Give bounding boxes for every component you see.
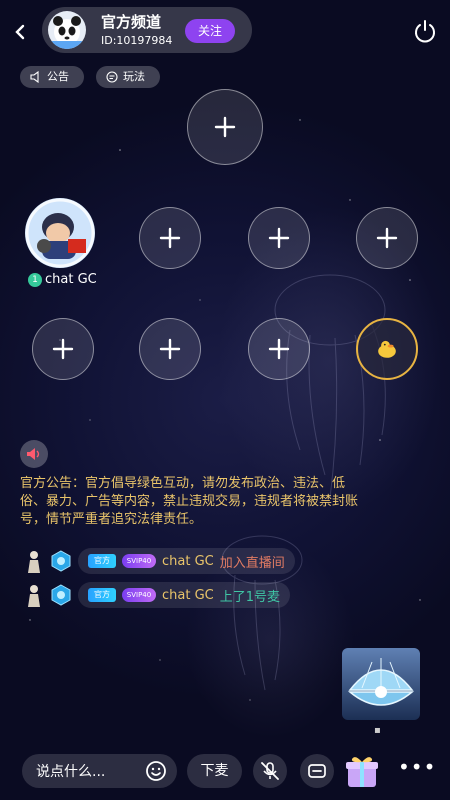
chat-message: 官方 SVIP40 chat GC 上了1号麦 <box>24 582 291 608</box>
duck-icon <box>378 340 396 358</box>
chat-input[interactable]: 说点什么... <box>22 754 177 788</box>
host-seat[interactable] <box>187 89 263 165</box>
user-avatar-image <box>25 198 95 268</box>
gift-button[interactable] <box>343 752 381 790</box>
chat-action-text: 加入直播间 <box>219 555 285 571</box>
speaker-icon <box>30 71 39 83</box>
plus-icon <box>159 227 181 249</box>
plus-icon <box>214 116 236 138</box>
statue-avatar-icon <box>28 585 40 607</box>
chat-message: 官方 SVIP40 chat GC 加入直播间 <box>24 548 295 574</box>
chat-input-placeholder: 说点什么... <box>36 764 106 780</box>
emoji-icon[interactable] <box>145 760 167 782</box>
seat-1-username: chat GC <box>45 272 97 287</box>
level-badge-icon <box>51 550 71 572</box>
room-avatar[interactable] <box>48 11 86 49</box>
pearl-shell-icon <box>347 658 415 706</box>
chat-action-text: 上了1号麦 <box>219 589 281 605</box>
power-icon <box>415 20 435 43</box>
chat-message-body: 官方 SVIP40 chat GC 加入直播间 <box>78 548 295 574</box>
activity-banner[interactable] <box>342 648 420 720</box>
level-badge-icon <box>51 584 71 606</box>
chat-username[interactable]: chat GC <box>162 588 214 603</box>
more-dots-icon: ••• <box>398 755 437 779</box>
room-id: ID:10197984 <box>101 34 173 47</box>
plus-icon <box>52 338 74 360</box>
banner-pager: ▪ <box>374 725 383 736</box>
seat-1-user-avatar[interactable] <box>24 197 96 269</box>
statue-avatar-icon <box>28 551 40 573</box>
panda-avatar-icon <box>48 16 86 49</box>
room-title: 官方频道 <box>101 13 162 31</box>
gameplay-chip-label: 玩法 <box>123 70 145 83</box>
seat-6[interactable] <box>139 318 201 380</box>
more-button[interactable]: ••• <box>398 757 435 782</box>
follow-button[interactable]: 关注 <box>185 19 235 43</box>
announcement-chip-label: 公告 <box>47 70 69 83</box>
message-box-icon <box>308 764 326 778</box>
speaker-red-icon <box>27 448 40 460</box>
seat-7[interactable] <box>248 318 310 380</box>
chat-bubble-icon <box>106 71 118 83</box>
mute-mic-button[interactable] <box>253 754 287 788</box>
chat-message-body: 官方 SVIP40 chat GC 上了1号麦 <box>78 582 291 608</box>
chat-username[interactable]: chat GC <box>162 554 214 569</box>
gift-box-icon <box>346 757 378 787</box>
plus-icon <box>268 227 290 249</box>
official-badge: 官方 <box>88 588 116 602</box>
svip-badge: SVIP40 <box>122 588 156 602</box>
mic-off-icon <box>261 762 279 780</box>
seat-5[interactable] <box>32 318 94 380</box>
svip-badge: SVIP40 <box>122 554 156 568</box>
boss-seat[interactable] <box>356 318 418 380</box>
exit-button[interactable] <box>410 16 440 46</box>
seat-1-label: 1 chat GC <box>28 272 97 287</box>
announcement-chip[interactable]: 公告 <box>20 66 84 88</box>
seat-number-badge: 1 <box>28 272 42 287</box>
official-badge: 官方 <box>88 554 116 568</box>
leave-mic-button[interactable]: 下麦 <box>187 754 242 788</box>
announcement-speaker-button[interactable] <box>20 440 48 468</box>
plus-icon <box>159 338 181 360</box>
seat-2[interactable] <box>139 207 201 269</box>
message-button[interactable] <box>300 754 334 788</box>
plus-icon <box>268 338 290 360</box>
official-announcement: 官方公告：官方倡导绿色互动，请勿发布政治、违法、低俗、暴力、广告等内容，禁止违规… <box>20 476 359 527</box>
seat-3[interactable] <box>248 207 310 269</box>
plus-icon <box>376 227 398 249</box>
chevron-left-icon <box>15 24 25 40</box>
seat-4[interactable] <box>356 207 418 269</box>
gameplay-chip[interactable]: 玩法 <box>96 66 160 88</box>
back-button[interactable] <box>8 18 32 46</box>
